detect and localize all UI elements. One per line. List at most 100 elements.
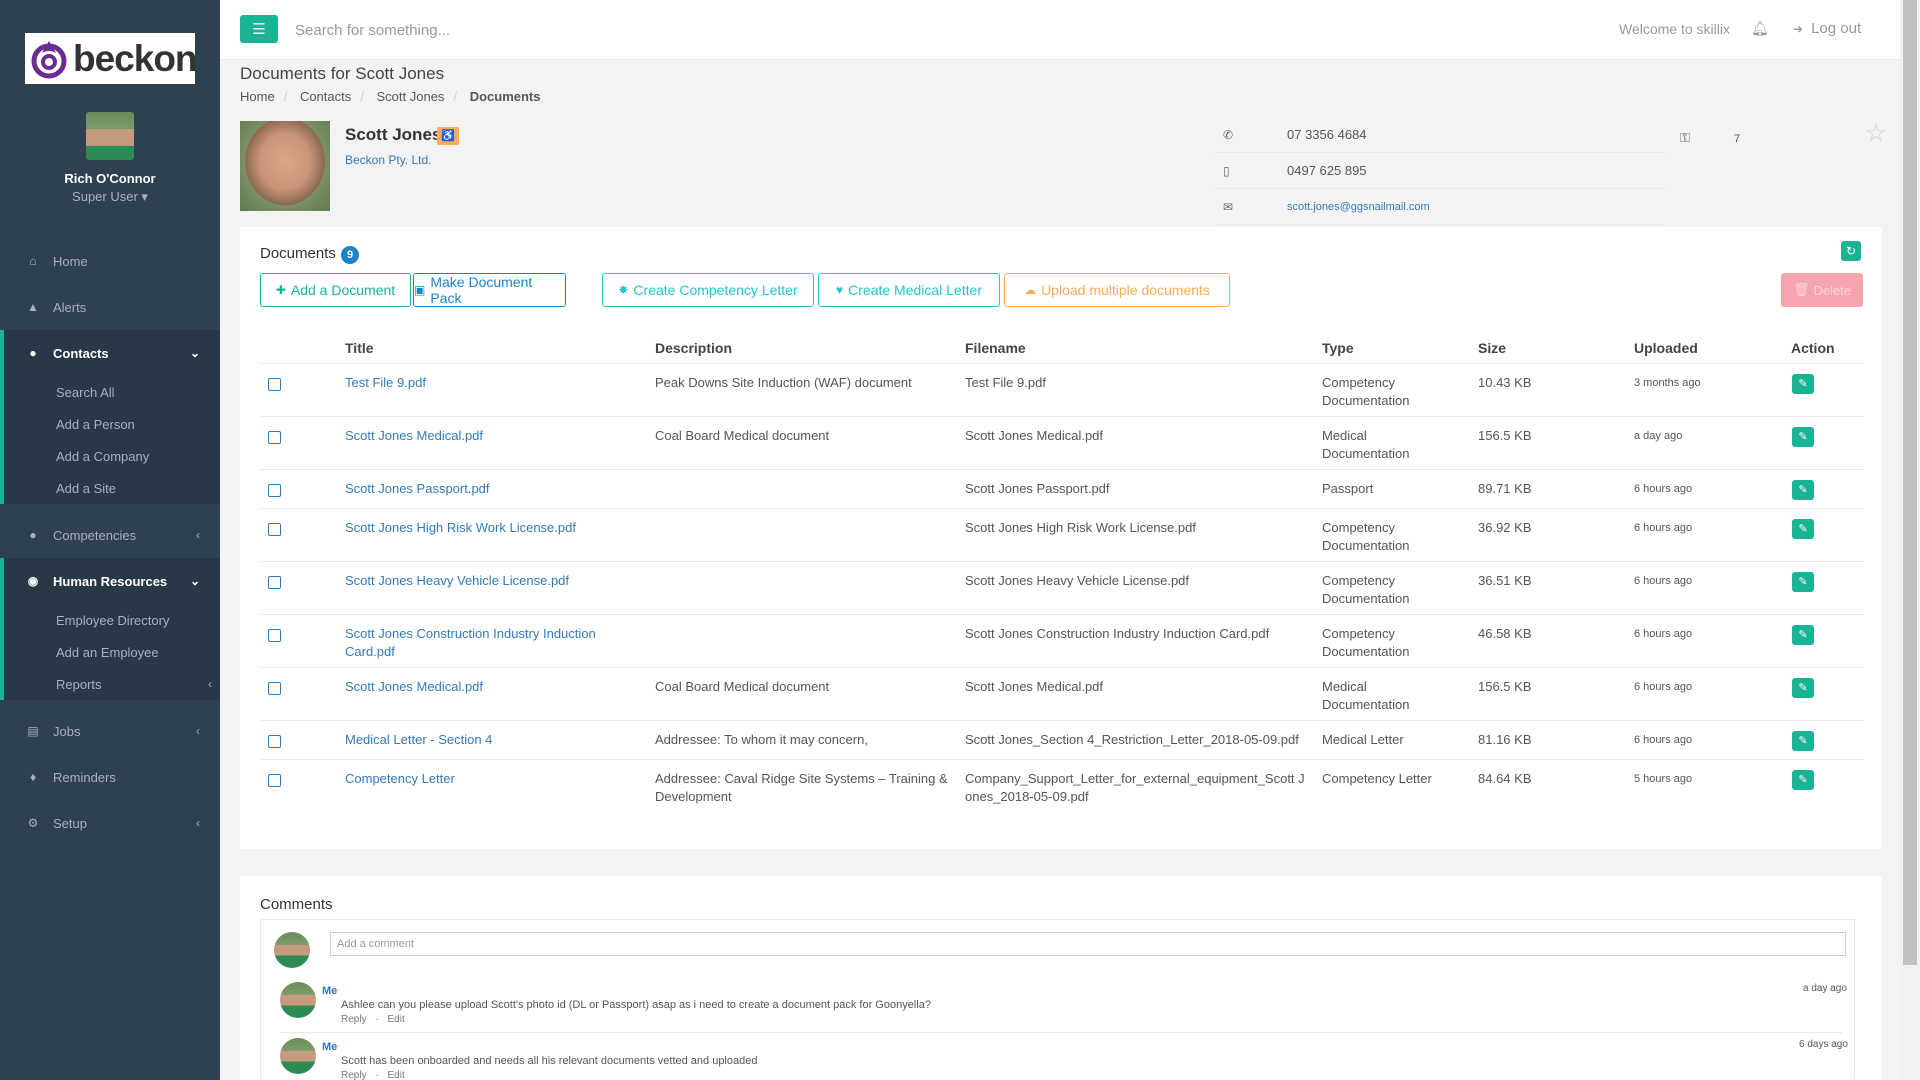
- nav-add-site[interactable]: Add a Site: [4, 472, 220, 504]
- circle-icon: ●: [29, 528, 37, 542]
- row-checkbox[interactable]: [268, 484, 281, 497]
- document-title-link[interactable]: Scott Jones Heavy Vehicle License.pdf: [345, 572, 635, 590]
- breadcrumb-contacts[interactable]: Contacts: [300, 89, 351, 104]
- nav-alerts[interactable]: ▲ Alerts: [0, 284, 220, 330]
- document-title-link[interactable]: Medical Letter - Section 4: [345, 731, 635, 749]
- row-checkbox[interactable]: [268, 735, 281, 748]
- document-title-link[interactable]: Scott Jones Passport.pdf: [345, 480, 635, 498]
- contact-email-row: ✉ scott.jones@ggsnailmail.com: [1215, 189, 1665, 225]
- document-filename: Scott Jones Medical.pdf: [965, 428, 1104, 443]
- comment-text: Ashlee can you please upload Scott's pho…: [341, 999, 931, 1011]
- make-document-pack-label: Make Document Pack: [430, 274, 533, 306]
- nav-employee-directory[interactable]: Employee Directory: [4, 604, 220, 636]
- search-input[interactable]: [295, 18, 695, 42]
- chevron-down-icon: ⌄: [189, 574, 200, 588]
- comment-reply-link[interactable]: Reply: [341, 1070, 367, 1080]
- edit-button[interactable]: ✎: [1792, 678, 1814, 698]
- document-title-link[interactable]: Scott Jones High Risk Work License.pdf: [345, 519, 635, 537]
- edit-button[interactable]: ✎: [1792, 731, 1814, 751]
- nav-jobs[interactable]: ▤ Jobs ‹: [0, 708, 220, 754]
- hamburger-icon: ☰: [252, 21, 266, 38]
- comment-author[interactable]: Me: [322, 985, 337, 997]
- page-title: Documents for Scott Jones: [240, 64, 445, 83]
- col-filename[interactable]: Filename: [965, 340, 1026, 356]
- edit-button[interactable]: ✎: [1792, 625, 1814, 645]
- breadcrumb-home[interactable]: Home: [240, 89, 275, 104]
- comment-divider: [280, 1032, 1842, 1033]
- nav-add-employee[interactable]: Add an Employee: [4, 636, 220, 668]
- document-filename: Scott Jones Construction Industry Induct…: [965, 626, 1270, 641]
- certificate-icon: ✸: [618, 283, 629, 297]
- notifications-bell-icon[interactable]: 🔔︎: [1751, 20, 1769, 37]
- nav-add-person[interactable]: Add a Person: [4, 408, 220, 440]
- comment-author[interactable]: Me: [322, 1041, 337, 1053]
- edit-button[interactable]: ✎: [1792, 572, 1814, 592]
- upload-multiple-documents-label: Upload multiple documents: [1041, 282, 1210, 298]
- delete-button[interactable]: 🗑︎ Delete: [1781, 273, 1863, 307]
- row-checkbox[interactable]: [268, 682, 281, 695]
- row-checkbox[interactable]: [268, 774, 281, 787]
- col-type[interactable]: Type: [1322, 340, 1354, 356]
- nav-competencies[interactable]: ● Competencies ‹: [0, 512, 220, 558]
- add-document-button[interactable]: ✚ Add a Document: [260, 273, 411, 307]
- upload-multiple-documents-button[interactable]: ☁ Upload multiple documents: [1004, 273, 1230, 307]
- nav-add-company[interactable]: Add a Company: [4, 440, 220, 472]
- edit-button[interactable]: ✎: [1792, 427, 1814, 447]
- menu-toggle-button[interactable]: ☰: [240, 15, 278, 43]
- make-document-pack-button[interactable]: ▣ Make Document Pack: [413, 273, 566, 307]
- edit-button[interactable]: ✎: [1792, 374, 1814, 394]
- comment-reply-link[interactable]: Reply: [341, 1014, 367, 1025]
- contact-email-link[interactable]: scott.jones@ggsnailmail.com: [1287, 201, 1430, 213]
- nav-contacts[interactable]: ● Contacts ⌄: [4, 330, 220, 376]
- row-checkbox[interactable]: [268, 576, 281, 589]
- row-checkbox[interactable]: [268, 431, 281, 444]
- logout-link[interactable]: ➜ Log out: [1793, 20, 1861, 37]
- col-title[interactable]: Title: [345, 340, 374, 356]
- row-checkbox[interactable]: [268, 378, 281, 391]
- document-title-link[interactable]: Scott Jones Construction Industry Induct…: [345, 625, 635, 661]
- edit-button[interactable]: ✎: [1792, 770, 1814, 790]
- document-title-link[interactable]: Scott Jones Medical.pdf: [345, 678, 635, 696]
- table-row: Scott Jones Passport.pdf Scott Jones Pas…: [260, 470, 1863, 509]
- create-competency-letter-button[interactable]: ✸ Create Competency Letter: [602, 273, 814, 307]
- favourite-star-icon[interactable]: ☆: [1865, 119, 1887, 148]
- comment-edit-link[interactable]: Edit: [387, 1014, 404, 1025]
- document-title-link[interactable]: Test File 9.pdf: [345, 374, 635, 392]
- document-size: 156.5 KB: [1478, 679, 1532, 694]
- refresh-button[interactable]: ↻: [1841, 241, 1861, 261]
- row-checkbox[interactable]: [268, 629, 281, 642]
- contact-company-link[interactable]: Beckon Pty. Ltd.: [345, 153, 432, 167]
- nav-search-all[interactable]: Search All: [4, 376, 220, 408]
- nav-reminders[interactable]: ♦ Reminders: [0, 754, 220, 800]
- document-description: Peak Downs Site Induction (WAF) document: [655, 375, 912, 390]
- breadcrumb-current: Documents: [469, 89, 541, 104]
- phone-icon: ✆: [1223, 127, 1234, 142]
- create-medical-letter-button[interactable]: ♥ Create Medical Letter: [818, 273, 1000, 307]
- nav-reports[interactable]: Reports ‹: [4, 668, 220, 700]
- brand-logo[interactable]: beckon: [25, 33, 198, 84]
- edit-button[interactable]: ✎: [1792, 519, 1814, 539]
- accessibility-badge-icon: ♿: [437, 127, 459, 145]
- row-checkbox[interactable]: [268, 523, 281, 536]
- document-size: 81.16 KB: [1478, 732, 1532, 747]
- nav-home[interactable]: ⌂ Home: [0, 238, 220, 284]
- nav-human-resources[interactable]: ◉ Human Resources ⌄: [4, 558, 220, 604]
- col-uploaded[interactable]: Uploaded: [1634, 340, 1698, 356]
- user-avatar[interactable]: [86, 112, 134, 160]
- pencil-icon: ✎: [1798, 735, 1808, 747]
- edit-button[interactable]: ✎: [1792, 480, 1814, 500]
- nav-reminders-label: Reminders: [53, 769, 116, 785]
- user-role-dropdown[interactable]: Super User ▾: [0, 189, 220, 205]
- document-title-link[interactable]: Competency Letter: [345, 770, 635, 788]
- add-comment-input[interactable]: Add a comment: [330, 932, 1846, 956]
- nav-setup[interactable]: ⚙ Setup ‹: [0, 800, 220, 846]
- breadcrumb-contact[interactable]: Scott Jones: [377, 89, 445, 104]
- col-action: Action: [1791, 340, 1835, 356]
- col-size[interactable]: Size: [1478, 340, 1506, 356]
- breadcrumb: Home / Contacts / Scott Jones / Documents: [240, 89, 541, 104]
- document-title-link[interactable]: Scott Jones Medical.pdf: [345, 427, 635, 445]
- col-description[interactable]: Description: [655, 340, 732, 356]
- table-row: Competency Letter Addressee: Caval Ridge…: [260, 760, 1863, 813]
- comment-edit-link[interactable]: Edit: [387, 1070, 404, 1080]
- scrollbar-thumb[interactable]: [1903, 0, 1917, 965]
